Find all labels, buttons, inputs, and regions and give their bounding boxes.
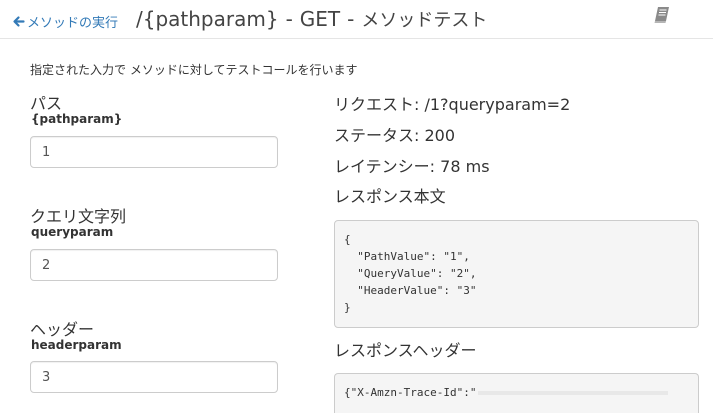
path-param-name: {pathparam} [31, 112, 123, 126]
title-separator: - [347, 7, 355, 31]
book-icon[interactable] [652, 5, 672, 25]
status-summary: ステータス: 200 [334, 126, 456, 145]
response-headers-title: レスポンスヘッダー [334, 341, 477, 360]
header-param-input[interactable] [30, 361, 278, 393]
request-summary: リクエスト: /1?queryparam=2 [334, 95, 571, 114]
arrow-left-icon [13, 15, 25, 27]
response-headers-line: {"X-Amzn-Trace-Id":" [344, 386, 477, 399]
http-method: GET [299, 7, 341, 31]
back-to-method-execution-link[interactable]: メソッドの実行 [12, 12, 119, 31]
response-body-line: } [344, 301, 351, 314]
redacted-value [478, 391, 669, 395]
response-body-line: { [344, 233, 351, 246]
latency-summary: レイテンシー: 78 ms [334, 157, 490, 176]
path-section-label: パス [30, 94, 63, 113]
header-param-name: headerparam [31, 338, 122, 352]
page-subtitle: メソッドテスト [361, 10, 488, 31]
response-body-line: "QueryValue": "2", [344, 267, 477, 280]
response-body-line: "PathValue": "1", [344, 250, 470, 263]
page-header: メソッドの実行 /{pathparam} - GET - メソッドテスト [0, 0, 713, 39]
query-param-input[interactable] [30, 249, 278, 281]
response-body-code: { "PathValue": "1", "QueryValue": "2", "… [334, 220, 699, 328]
back-link-label: メソッドの実行 [27, 15, 119, 31]
path-param-input[interactable] [30, 136, 278, 168]
resource-path: /{pathparam} [136, 7, 279, 31]
query-param-name: queryparam [31, 225, 114, 239]
headers-section-label: ヘッダー [30, 320, 95, 339]
query-section-label: クエリ文字列 [30, 207, 127, 226]
test-description: 指定された入力で メソッドに対してテストコールを行います [30, 63, 358, 77]
response-body-title: レスポンス本文 [334, 187, 446, 206]
page-title: /{pathparam} - GET - メソッドテスト [136, 6, 487, 32]
response-headers-code: {"X-Amzn-Trace-Id":" [334, 373, 699, 413]
response-body-line: "HeaderValue": "3" [344, 284, 477, 297]
title-separator: - [285, 7, 293, 31]
